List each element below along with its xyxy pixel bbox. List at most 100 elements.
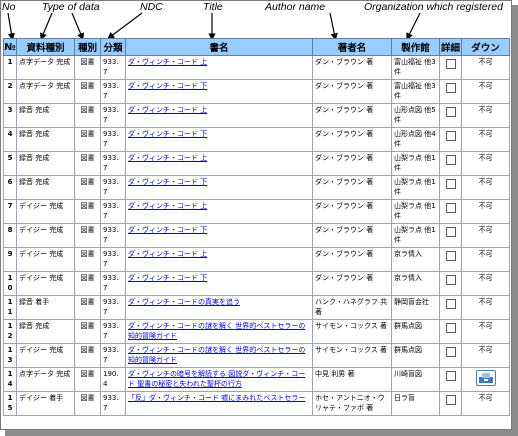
title-link[interactable]: ダ・ヴィンチ・コード 下 bbox=[128, 130, 207, 138]
details-cell bbox=[439, 343, 462, 368]
author-cell: ホセ・アントニオ・ウリャテ・ファボ 著 bbox=[312, 391, 392, 416]
material-type-cell: デイジー 完成 bbox=[16, 247, 75, 272]
details-checkbox[interactable] bbox=[445, 107, 456, 117]
title-link[interactable]: ダ・ヴィンチ・コード 上 bbox=[128, 250, 207, 258]
producer-cell: 山梨ラ点 他1件 bbox=[391, 175, 440, 200]
arrow-no bbox=[7, 12, 15, 41]
details-cell bbox=[439, 103, 462, 128]
table-row: 4 録音 完成 図書 933.7 ダ・ヴィンチ・コード 下 ダン・ブラウン 著山形点図 他… bbox=[3, 127, 510, 152]
producer-cell: 山梨ラ点 他1件 bbox=[391, 199, 440, 224]
header-no[interactable]: № bbox=[3, 38, 17, 56]
kind-cell: 図書 bbox=[74, 271, 101, 296]
title-cell: 「反」ダ・ヴィンチ・コード 嘘にまみれたベストセラー bbox=[125, 391, 313, 416]
table-row: 8 デイジー 完成 図書 933.7 ダ・ヴィンチ・コード 下 ダン・ブラウン 著山梨ラ点… bbox=[3, 223, 510, 248]
table-row: 12 録音 完成 図書 933.7 ダ・ヴィンチ・コードの謎を解く 世界的ベストセラーの… bbox=[3, 319, 510, 344]
arrow-ndc bbox=[107, 12, 143, 40]
producer-cell: 群馬点図 bbox=[391, 343, 440, 368]
header-classification[interactable]: 分類 bbox=[100, 38, 126, 56]
title-link[interactable]: ダ・ヴィンチ・コードの謎を解く 世界的ベストセラーの知的冒険ガイド bbox=[128, 322, 305, 340]
material-type-cell: 録音 完成 bbox=[16, 175, 75, 200]
details-checkbox[interactable] bbox=[445, 395, 456, 405]
producer-cell: 富山福祉 他3件 bbox=[391, 55, 440, 80]
download-cell: 不可 bbox=[461, 151, 510, 176]
download-status: 不可 bbox=[478, 394, 493, 402]
title-link[interactable]: ダ・ヴィンチ・コード 上 bbox=[128, 154, 207, 162]
title-link[interactable]: ダ・ヴィンチ・コードの真実を追う bbox=[128, 298, 240, 306]
title-link[interactable]: ダ・ヴィンチ・コード 上 bbox=[128, 58, 207, 66]
author-cell: ダン・ブラウン 著 bbox=[312, 103, 392, 128]
material-type-cell: デイジー 完成 bbox=[16, 343, 75, 368]
title-link[interactable]: 「反」ダ・ヴィンチ・コード 嘘にまみれたベストセラー bbox=[128, 394, 305, 402]
author-cell: ダン・ブラウン 著 bbox=[312, 175, 392, 200]
producer-cell: 山梨ラ点 他1件 bbox=[391, 151, 440, 176]
details-checkbox[interactable] bbox=[445, 275, 456, 285]
download-cell: 不可 bbox=[461, 295, 510, 320]
results-body: 1 点字データ 完成 図書 933.7 ダ・ヴィンチ・コード 上ダン・ブラウン 著富山福… bbox=[3, 55, 510, 416]
details-cell bbox=[439, 127, 462, 152]
download-status: 不可 bbox=[478, 178, 493, 186]
arrow-type-of-data-2 bbox=[71, 12, 84, 41]
details-checkbox[interactable] bbox=[445, 203, 456, 213]
kind-cell: 図書 bbox=[74, 247, 101, 272]
details-cell bbox=[439, 295, 462, 320]
table-row: 3 録音 完成 図書 933.7 ダ・ヴィンチ・コード 上 ダン・ブラウン 著山形点図 他… bbox=[3, 103, 510, 128]
kind-cell: 図書 bbox=[74, 391, 101, 416]
title-link[interactable]: ダ・ヴィンチ・コード 下 bbox=[128, 274, 207, 282]
details-checkbox[interactable] bbox=[445, 347, 456, 357]
material-type-cell: 録音 完成 bbox=[16, 319, 75, 344]
download-cell bbox=[461, 367, 510, 392]
download-status: 不可 bbox=[478, 130, 493, 138]
title-link[interactable]: ダ・ヴィンチ・コード 下 bbox=[128, 82, 207, 90]
kind-cell: 図書 bbox=[74, 223, 101, 248]
title-link[interactable]: ダ・ヴィンチ・コード 下 bbox=[128, 178, 207, 186]
header-producer[interactable]: 製作館 bbox=[391, 38, 440, 56]
download-status: 不可 bbox=[478, 58, 493, 66]
title-link[interactable]: ダ・ヴィンチ・コード 下 bbox=[128, 226, 207, 234]
details-checkbox[interactable] bbox=[445, 131, 456, 141]
row-number: 3 bbox=[3, 103, 17, 128]
details-checkbox[interactable] bbox=[445, 251, 456, 261]
title-cell: ダ・ヴィンチ・コード 下 bbox=[125, 127, 313, 152]
details-checkbox[interactable] bbox=[445, 83, 456, 93]
author-cell: ダン・ブラウン 著 bbox=[312, 199, 392, 224]
material-type-cell: デイジー 完成 bbox=[16, 199, 75, 224]
download-cell: 不可 bbox=[461, 55, 510, 80]
download-cell: 不可 bbox=[461, 103, 510, 128]
title-link[interactable]: ダ・ヴィンチの暗号を解読する 図説ダ・ヴィンチ・コード 聖書の秘密と失われた聖杯… bbox=[128, 370, 305, 388]
download-icon bbox=[478, 373, 493, 383]
ndc-cell: 933.7 bbox=[100, 175, 126, 200]
title-cell: ダ・ヴィンチ・コード 上 bbox=[125, 55, 313, 80]
kind-cell: 図書 bbox=[74, 175, 101, 200]
author-cell: サイモン・コックス 著 bbox=[312, 343, 392, 368]
details-checkbox[interactable] bbox=[445, 227, 456, 237]
download-status: 不可 bbox=[478, 226, 493, 234]
header-title[interactable]: 書名 bbox=[125, 38, 313, 56]
details-checkbox[interactable] bbox=[445, 155, 456, 165]
download-cell: 不可 bbox=[461, 127, 510, 152]
kind-cell: 図書 bbox=[74, 79, 101, 104]
table-row: 1 点字データ 完成 図書 933.7 ダ・ヴィンチ・コード 上 ダン・ブラウン 著富山福… bbox=[3, 55, 510, 80]
details-cell bbox=[439, 247, 462, 272]
author-cell: ダン・ブラウン 著 bbox=[312, 127, 392, 152]
header-author[interactable]: 著者名 bbox=[312, 38, 392, 56]
details-cell bbox=[439, 55, 462, 80]
download-cell: 不可 bbox=[461, 175, 510, 200]
title-link[interactable]: ダ・ヴィンチ・コード 上 bbox=[128, 106, 207, 114]
download-cell: 不可 bbox=[461, 343, 510, 368]
download-status: 不可 bbox=[478, 82, 493, 90]
author-cell: ダン・ブラウン 著 bbox=[312, 55, 392, 80]
header-material-type[interactable]: 資料種別 bbox=[16, 38, 75, 56]
header-row: № 資料種別 種別 分類 書名 著者名 製作館 詳細 ダウン bbox=[3, 38, 510, 56]
arrow-author bbox=[329, 12, 338, 41]
details-checkbox[interactable] bbox=[445, 323, 456, 333]
download-button[interactable] bbox=[475, 370, 496, 386]
ndc-cell: 190.4 bbox=[100, 367, 126, 392]
details-checkbox[interactable] bbox=[445, 59, 456, 69]
header-kind[interactable]: 種別 bbox=[74, 38, 101, 56]
title-link[interactable]: ダ・ヴィンチ・コード 上 bbox=[128, 202, 207, 210]
details-checkbox[interactable] bbox=[445, 371, 456, 381]
details-checkbox[interactable] bbox=[445, 299, 456, 309]
title-link[interactable]: ダ・ヴィンチ・コードの謎を解く 世界的ベストセラーの知的冒険ガイド bbox=[128, 346, 305, 364]
table-row: 6 録音 完成 図書 933.7 ダ・ヴィンチ・コード 下 ダン・ブラウン 著山梨ラ点 他… bbox=[3, 175, 510, 200]
details-checkbox[interactable] bbox=[445, 179, 456, 189]
